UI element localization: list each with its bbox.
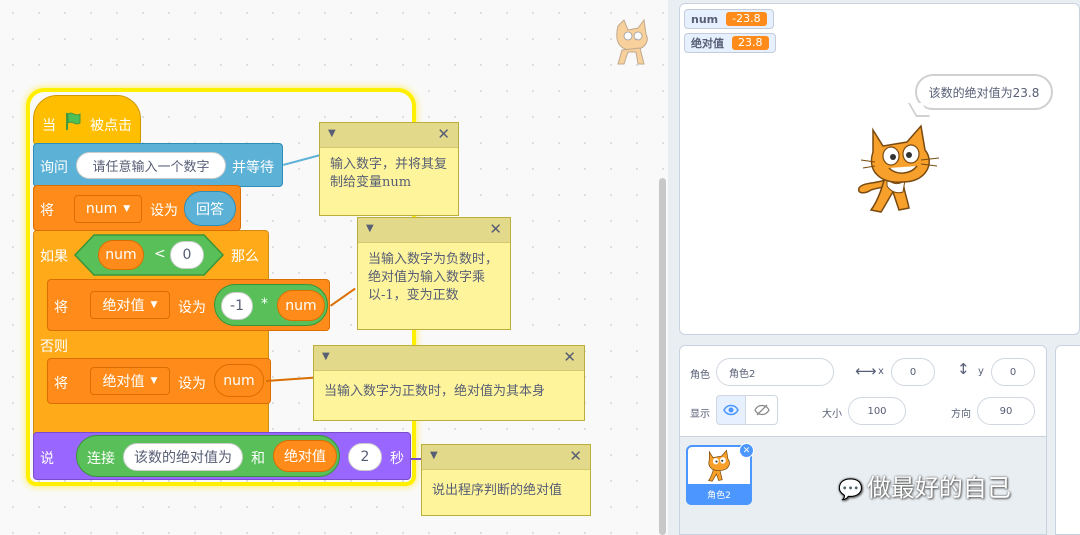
num-reporter[interactable]: num [277, 290, 325, 321]
size-input[interactable]: 100 [848, 397, 906, 425]
sprite-label: 角色 [690, 370, 710, 381]
set-label: 将 [54, 376, 68, 392]
less-than-operator[interactable]: num < 0 [74, 234, 224, 276]
wechat-icon: 💬 [838, 477, 863, 501]
delete-sprite-icon[interactable]: ✕ [739, 443, 754, 458]
monitor-value: -23.8 [726, 12, 767, 26]
less-than-symbol: < [154, 246, 166, 262]
chevron-down-icon: ▼ [150, 300, 158, 310]
to-label: 设为 [178, 376, 206, 392]
dropdown-value: 绝对值 [102, 374, 145, 390]
speech-bubble: 该数的绝对值为23.8 [915, 74, 1053, 110]
multiply-symbol: * [261, 296, 268, 312]
compare-value-input[interactable]: 0 [170, 241, 204, 269]
current-sprite-cat-icon [608, 18, 652, 68]
join-operator[interactable]: 连接 该数的绝对值为 和 绝对值 [76, 435, 340, 477]
scratch-cat-sprite[interactable] [855, 122, 945, 217]
variable-dropdown-num[interactable]: num ▼ [74, 195, 142, 223]
set-label: 将 [40, 203, 54, 219]
comment-text[interactable]: 说出程序判断的绝对值 [422, 470, 590, 508]
comment-note[interactable]: ▼ ✕ 输入数字，并将其复制给变量num [319, 122, 459, 216]
multiplier-input[interactable]: -1 [221, 292, 253, 320]
ask-and-wait-block[interactable]: 询问 请任意输入一个数字 并等待 [33, 143, 283, 187]
wait-label: 并等待 [232, 160, 274, 176]
abs-reporter[interactable]: 绝对值 [273, 440, 337, 472]
watermark-text: 做最好的自己 [866, 474, 1011, 502]
variable-monitor-num: num -23.8 [684, 9, 774, 29]
chevron-down-icon: ▼ [150, 376, 158, 386]
set-abs-num-block[interactable]: 将 绝对值 ▼ 设为 num [47, 358, 271, 404]
close-icon[interactable]: ✕ [563, 348, 576, 366]
dropdown-value: 绝对值 [102, 298, 145, 314]
collapse-triangle-icon[interactable]: ▼ [430, 450, 438, 461]
sprite-name-input[interactable]: 角色2 [716, 358, 834, 386]
join-text-input[interactable]: 该数的绝对值为 [123, 443, 243, 471]
sprite-thumbnail-cat-icon [707, 449, 730, 482]
eye-hidden-icon [753, 404, 770, 416]
num-reporter[interactable]: num [214, 364, 264, 397]
comment-note[interactable]: ▼ ✕ 当输入数字为正数时，绝对值为其本身 [313, 345, 585, 421]
monitor-value: 23.8 [732, 36, 769, 50]
comment-text[interactable]: 当输入数字为正数时，绝对值为其本身 [314, 371, 584, 409]
say-for-secs-block[interactable]: 说 连接 该数的绝对值为 和 绝对值 2 秒 [33, 432, 411, 480]
close-icon[interactable]: ✕ [569, 447, 582, 465]
monitor-label: 绝对值 [691, 37, 724, 50]
ask-label: 询问 [40, 160, 68, 176]
speech-text: 该数的绝对值为23.8 [928, 85, 1040, 100]
variable-dropdown-abs[interactable]: 绝对值 ▼ [90, 367, 170, 395]
y-input[interactable]: 0 [991, 358, 1035, 386]
code-area-scrollbar[interactable] [659, 178, 666, 535]
show-sprite-button[interactable] [716, 395, 746, 425]
sprite-tile-name: 角色2 [686, 484, 752, 505]
collapse-triangle-icon[interactable]: ▼ [322, 351, 330, 362]
y-label: y [978, 366, 984, 377]
set-abs-multiply-block[interactable]: 将 绝对值 ▼ 设为 -1 * num [47, 279, 330, 331]
and-label: 和 [251, 451, 265, 467]
ask-prompt-input[interactable]: 请任意输入一个数字 [76, 152, 226, 179]
close-icon[interactable]: ✕ [437, 125, 450, 143]
eye-icon [723, 404, 739, 416]
hide-sprite-button[interactable] [746, 395, 778, 425]
if-label: 如果 [40, 249, 68, 265]
then-label: 那么 [231, 249, 259, 265]
when-label: 当 [42, 118, 56, 134]
set-num-block[interactable]: 将 num ▼ 设为 回答 [33, 185, 241, 231]
horizontal-arrows-icon: ⟷ [855, 362, 877, 380]
comment-text[interactable]: 当输入数字为负数时，绝对值为输入数字乘以-1，变为正数 [358, 243, 510, 313]
set-label: 将 [54, 300, 68, 316]
dropdown-value: num [85, 201, 118, 217]
comment-text[interactable]: 输入数字，并将其复制给变量num [320, 148, 458, 200]
else-label: 否则 [40, 339, 68, 355]
x-input[interactable]: 0 [891, 358, 935, 386]
answer-reporter[interactable]: 回答 [184, 191, 236, 226]
collapse-triangle-icon[interactable]: ▼ [328, 128, 336, 139]
variable-dropdown-abs[interactable]: 绝对值 ▼ [90, 291, 170, 319]
secs-input[interactable]: 2 [348, 443, 382, 471]
say-label: 说 [40, 451, 54, 467]
variable-monitor-abs: 绝对值 23.8 [684, 33, 776, 53]
green-flag-icon [63, 111, 83, 135]
num-reporter[interactable]: num [98, 240, 144, 270]
stage-selector-panel[interactable] [1055, 345, 1080, 535]
chevron-down-icon: ▼ [123, 204, 131, 214]
vertical-arrows-icon: ↕ [957, 360, 970, 378]
close-icon[interactable]: ✕ [489, 220, 502, 238]
x-label: x [878, 366, 884, 377]
direction-label: 方向 [951, 409, 971, 420]
to-label: 设为 [150, 203, 178, 219]
direction-input[interactable]: 90 [977, 397, 1035, 425]
watermark: 💬 做最好的自己 [838, 468, 1011, 503]
clicked-label: 被点击 [90, 118, 132, 134]
when-flag-clicked-block[interactable]: 当 被点击 [33, 95, 141, 145]
size-label: 大小 [822, 409, 842, 420]
comment-note[interactable]: ▼ ✕ 说出程序判断的绝对值 [421, 444, 591, 516]
to-label: 设为 [178, 300, 206, 316]
comment-note[interactable]: ▼ ✕ 当输入数字为负数时，绝对值为输入数字乘以-1，变为正数 [357, 217, 511, 330]
multiply-operator[interactable]: -1 * num [214, 284, 328, 326]
secs-label: 秒 [390, 451, 404, 467]
join-label: 连接 [87, 451, 115, 467]
collapse-triangle-icon[interactable]: ▼ [366, 223, 374, 234]
show-label: 显示 [690, 409, 710, 420]
monitor-label: num [691, 12, 719, 26]
